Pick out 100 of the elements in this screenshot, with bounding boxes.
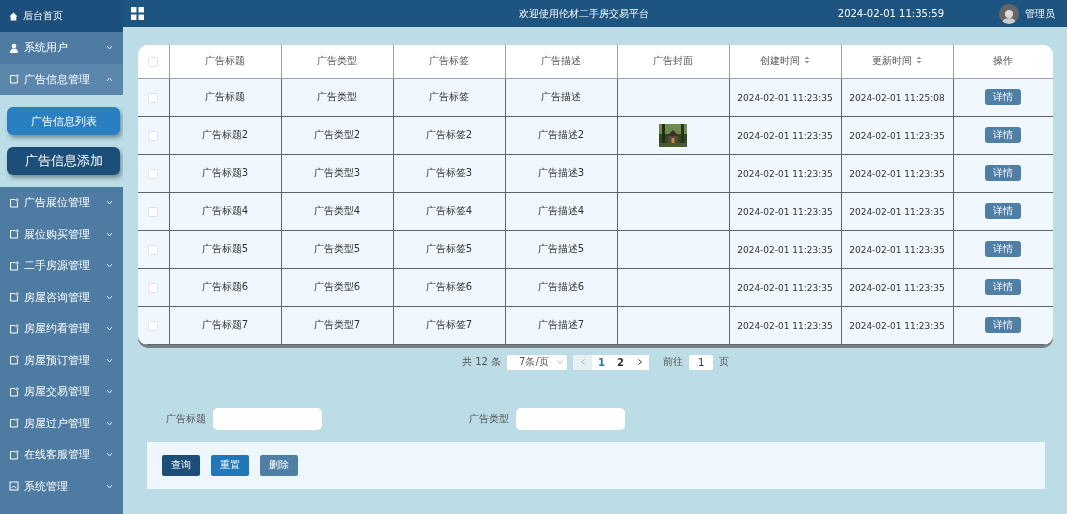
submenu-item[interactable]: 广告信息列表 bbox=[7, 107, 120, 135]
table-cell: 2024-02-01 11:23:35 bbox=[849, 168, 945, 179]
column-header: 广告标题 bbox=[205, 55, 245, 67]
table-cell: 2024-02-01 11:23:35 bbox=[849, 244, 945, 255]
action-button[interactable]: 查询 bbox=[162, 454, 200, 476]
sidebar-menu-item[interactable]: 展位购买管理 bbox=[0, 218, 123, 250]
checkbox[interactable] bbox=[148, 206, 159, 217]
table-cell: 广告描述 bbox=[541, 91, 581, 102]
chevron-left-icon bbox=[580, 359, 585, 365]
board-icon bbox=[9, 481, 19, 492]
search-field[interactable] bbox=[213, 407, 322, 430]
table-cell: 广告描述3 bbox=[537, 167, 585, 178]
home-menu-item[interactable]: 后台首页 bbox=[0, 0, 123, 32]
detail-button[interactable]: 详情 bbox=[985, 89, 1021, 105]
page-button[interactable]: 1 bbox=[592, 354, 612, 370]
column-header: 更新时间 bbox=[872, 55, 912, 67]
sidebar-menu-item[interactable]: 房屋约看管理 bbox=[0, 313, 123, 345]
note-icon bbox=[9, 74, 19, 85]
column-header: 广告类型 bbox=[317, 55, 357, 67]
table-cell: 2024-02-01 11:23:35 bbox=[737, 244, 833, 255]
detail-button[interactable]: 详情 bbox=[985, 127, 1021, 143]
submenu-item[interactable]: 广告信息添加 bbox=[7, 147, 120, 175]
sort-icon[interactable] bbox=[804, 56, 810, 65]
checkbox[interactable] bbox=[148, 92, 159, 103]
field-label: 广告类型 bbox=[469, 411, 509, 426]
column-header: 广告描述 bbox=[541, 55, 581, 67]
note-icon bbox=[9, 292, 19, 303]
table-cell: 广告标签2 bbox=[425, 129, 473, 140]
table-cell: 2024-02-01 11:23:35 bbox=[737, 206, 833, 217]
table-cell: 广告类型5 bbox=[313, 243, 361, 254]
page-button[interactable]: 2 bbox=[611, 354, 631, 370]
table-cell: 2024-02-01 11:23:35 bbox=[737, 130, 833, 141]
clock-text: 2024-02-01 11:35:59 bbox=[837, 8, 944, 19]
checkbox[interactable] bbox=[148, 130, 159, 141]
detail-button[interactable]: 详情 bbox=[985, 165, 1021, 181]
table-cell: 2024-02-01 11:23:35 bbox=[737, 282, 833, 293]
table-cell: 2024-02-01 11:23:35 bbox=[737, 168, 833, 179]
table-cell: 广告标签7 bbox=[425, 319, 473, 330]
table-cell: 2024-02-01 11:25:08 bbox=[849, 92, 945, 103]
detail-button[interactable]: 详情 bbox=[985, 241, 1021, 257]
table-cell: 广告标签3 bbox=[425, 167, 473, 178]
table-cell: 广告标题 bbox=[205, 91, 245, 102]
table-cell: 广告类型3 bbox=[313, 167, 361, 178]
page-size-select[interactable]: 7条/页 bbox=[507, 354, 568, 370]
table-cell: 广告标题2 bbox=[201, 129, 249, 140]
note-icon bbox=[9, 355, 19, 366]
home-icon bbox=[9, 11, 18, 21]
sidebar-menu-item[interactable]: 系统用户 bbox=[0, 32, 123, 64]
next-page-button[interactable] bbox=[630, 354, 650, 370]
table-cell: 广告标题3 bbox=[201, 167, 249, 178]
sidebar-menu-item[interactable]: 房屋过户管理 bbox=[0, 407, 123, 439]
note-icon bbox=[9, 229, 19, 240]
chevron-down-icon bbox=[557, 360, 564, 364]
column-header: 创建时间 bbox=[760, 55, 800, 67]
checkbox[interactable] bbox=[148, 56, 159, 67]
table-cell: 广告描述5 bbox=[537, 243, 585, 254]
column-header: 操作 bbox=[993, 55, 1013, 67]
search-field[interactable] bbox=[516, 407, 625, 430]
note-icon bbox=[9, 197, 19, 208]
sidebar-menu-item[interactable]: 房屋预订管理 bbox=[0, 344, 123, 376]
sidebar-menu-item[interactable]: 房屋交易管理 bbox=[0, 376, 123, 408]
table-cell: 广告标签4 bbox=[425, 205, 473, 216]
page-title: 欢迎使用伦材二手房交易平台 bbox=[518, 6, 650, 21]
detail-button[interactable]: 详情 bbox=[985, 203, 1021, 219]
checkbox[interactable] bbox=[148, 282, 159, 293]
table-cell: 广告类型7 bbox=[313, 319, 361, 330]
sidebar-menu-item[interactable]: 房屋咨询管理 bbox=[0, 281, 123, 313]
sidebar-menu-item[interactable]: 在线客服管理 bbox=[0, 439, 123, 471]
table-cell: 广告描述2 bbox=[537, 129, 585, 140]
table-cell: 2024-02-01 11:23:35 bbox=[737, 320, 833, 331]
user-icon bbox=[9, 42, 19, 53]
detail-button[interactable]: 详情 bbox=[985, 279, 1021, 295]
table-cell: 广告标题7 bbox=[201, 319, 249, 330]
action-button[interactable]: 重置 bbox=[211, 454, 249, 476]
goto-page-field[interactable]: 1 bbox=[689, 354, 714, 370]
table-cell: 广告标签 bbox=[429, 91, 469, 102]
note-icon bbox=[9, 418, 19, 429]
checkbox[interactable] bbox=[148, 320, 159, 331]
sidebar-menu-item[interactable]: 系统管理 bbox=[0, 470, 123, 502]
sort-icon[interactable] bbox=[916, 56, 922, 65]
page-suffix: 页 bbox=[719, 355, 730, 369]
checkbox[interactable] bbox=[148, 168, 159, 179]
user-name[interactable]: 管理员 bbox=[1025, 6, 1055, 21]
table-cell: 广告标题5 bbox=[201, 243, 249, 254]
table-cell: 广告类型 bbox=[317, 91, 357, 102]
checkbox[interactable] bbox=[148, 244, 159, 255]
sidebar-menu-item[interactable]: 广告信息管理 bbox=[0, 63, 123, 95]
sidebar-menu-item[interactable]: 二手房源管理 bbox=[0, 250, 123, 282]
table-cell: 广告标题6 bbox=[201, 281, 249, 292]
sidebar-menu-item[interactable]: 广告展位管理 bbox=[0, 187, 123, 219]
action-button[interactable]: 删除 bbox=[260, 454, 298, 476]
note-icon bbox=[9, 323, 19, 334]
avatar[interactable] bbox=[999, 3, 1019, 24]
note-icon bbox=[9, 386, 19, 397]
detail-button[interactable]: 详情 bbox=[985, 317, 1021, 333]
table-cell: 2024-02-01 11:23:35 bbox=[849, 320, 945, 331]
chevron-right-icon bbox=[637, 359, 642, 365]
table-cell: 广告描述6 bbox=[537, 281, 585, 292]
grid-menu-icon[interactable] bbox=[131, 7, 144, 20]
goto-label: 前往 bbox=[663, 355, 684, 369]
